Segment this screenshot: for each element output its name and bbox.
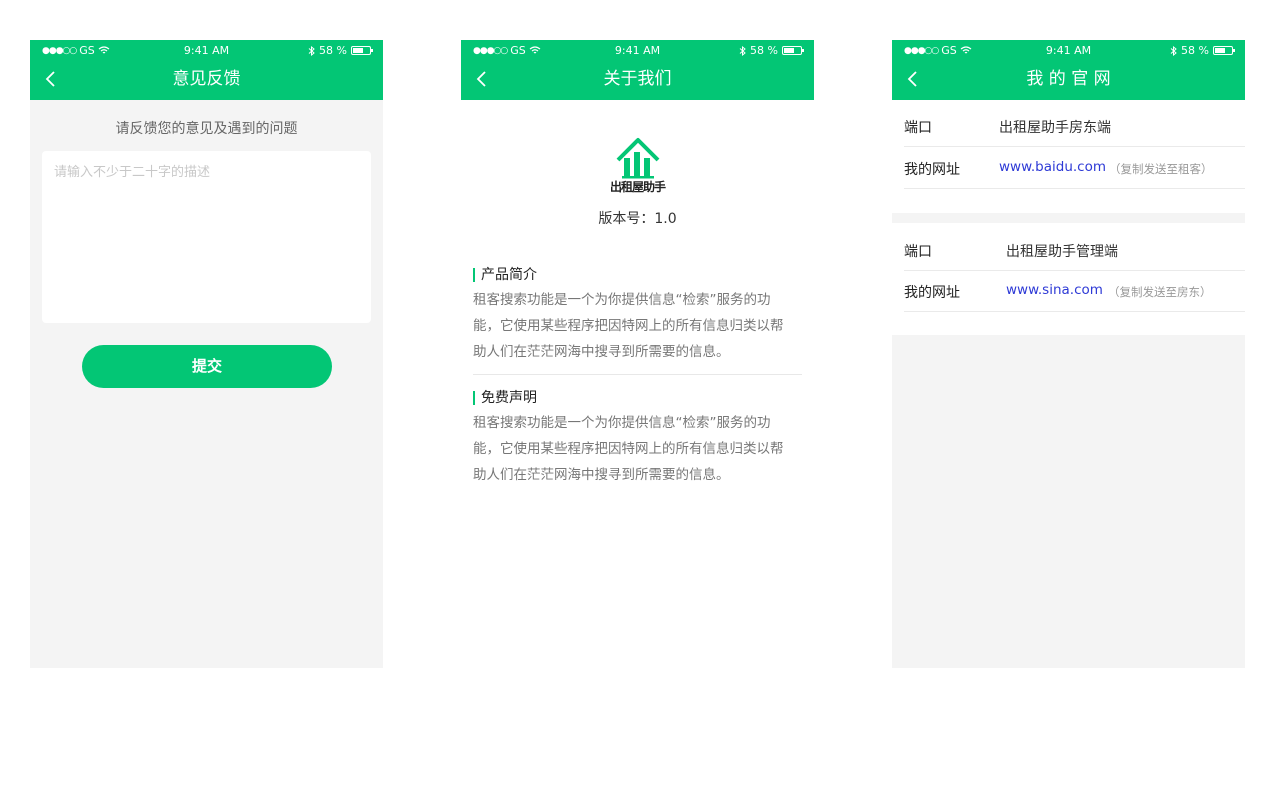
battery-icon <box>1213 46 1235 55</box>
page-title: 关于我们 <box>603 69 672 89</box>
section-body-disclaimer: 租客搜索功能是一个为你提供信息“检索”服务的功能，它使用某些程序把因特网上的所有… <box>473 415 784 483</box>
nav-bar: ●●●○○ GS 9:41 AM 58 % 我 的 官 网 <box>892 40 1245 100</box>
status-bar: ●●●○○ GS 9:41 AM 58 % <box>461 40 814 62</box>
battery-percent: 58 % <box>1181 44 1209 57</box>
status-bar: ●●●○○ GS 9:41 AM 58 % <box>892 40 1245 62</box>
bluetooth-icon <box>739 45 746 56</box>
port-label: 端口 <box>904 244 932 260</box>
section-title-intro: 产品简介 <box>473 268 537 282</box>
battery-icon <box>351 46 373 55</box>
url-row: 我的网址 www.sina.com （复制发送至房东） <box>904 270 1245 312</box>
feedback-prompt: 请反馈您的意见及遇到的问题 <box>115 121 298 137</box>
bluetooth-icon <box>1170 45 1177 56</box>
section-body-intro: 租客搜索功能是一个为你提供信息“检索”服务的功能，它使用某些程序把因特网上的所有… <box>473 292 784 360</box>
status-bar: ●●●○○ GS 9:41 AM 58 % <box>30 40 383 62</box>
page-title: 意见反馈 <box>172 69 241 89</box>
bluetooth-icon <box>308 45 315 56</box>
logo-text: 出租屋助手 <box>609 180 666 194</box>
url-row: 我的网址 www.baidu.com （复制发送至租客） <box>904 147 1245 189</box>
copy-hint[interactable]: （复制发送至房东） <box>1108 284 1212 300</box>
version-label: 版本号：1.0 <box>598 211 677 227</box>
battery-percent: 58 % <box>750 44 778 57</box>
battery-icon <box>782 46 804 55</box>
nav-bar: ●●●○○ GS 9:41 AM 58 % 关于我们 <box>461 40 814 100</box>
page-title: 我 的 官 网 <box>1026 69 1111 89</box>
port-row: 端口 出租屋助手房东端 <box>904 105 1245 147</box>
website-screen: ●●●○○ GS 9:41 AM 58 % 我 的 官 网 端口 出租屋助手房东端… <box>892 40 1245 668</box>
port-value: 出租屋助手管理端 <box>1006 244 1118 260</box>
about-screen: ●●●○○ GS 9:41 AM 58 % 关于我们 出租屋助手 版本号：1.0 … <box>461 40 814 668</box>
feedback-screen: ●●●○○ GS 9:41 AM 58 % 意见反馈 请反馈您的意见及遇到的问题 … <box>30 40 383 668</box>
submit-button[interactable]: 提交 <box>82 345 332 388</box>
port-label: 端口 <box>904 120 932 136</box>
manager-link-group: 端口 出租屋助手管理端 我的网址 www.sina.com （复制发送至房东） <box>892 223 1245 335</box>
feedback-input[interactable] <box>42 151 371 323</box>
website-link[interactable]: www.sina.com <box>1006 282 1103 298</box>
url-label: 我的网址 <box>904 285 960 301</box>
nav-bar: ●●●○○ GS 9:41 AM 58 % 意见反馈 <box>30 40 383 100</box>
battery-percent: 58 % <box>319 44 347 57</box>
port-value: 出租屋助手房东端 <box>999 120 1111 136</box>
divider <box>473 374 802 375</box>
website-link[interactable]: www.baidu.com <box>999 159 1106 175</box>
port-row: 端口 出租屋助手管理端 <box>904 229 1245 271</box>
landlord-link-group: 端口 出租屋助手房东端 我的网址 www.baidu.com （复制发送至租客） <box>892 100 1245 213</box>
copy-hint[interactable]: （复制发送至租客） <box>1109 161 1213 177</box>
url-label: 我的网址 <box>904 162 960 178</box>
section-title-disclaimer: 免费声明 <box>473 391 537 405</box>
